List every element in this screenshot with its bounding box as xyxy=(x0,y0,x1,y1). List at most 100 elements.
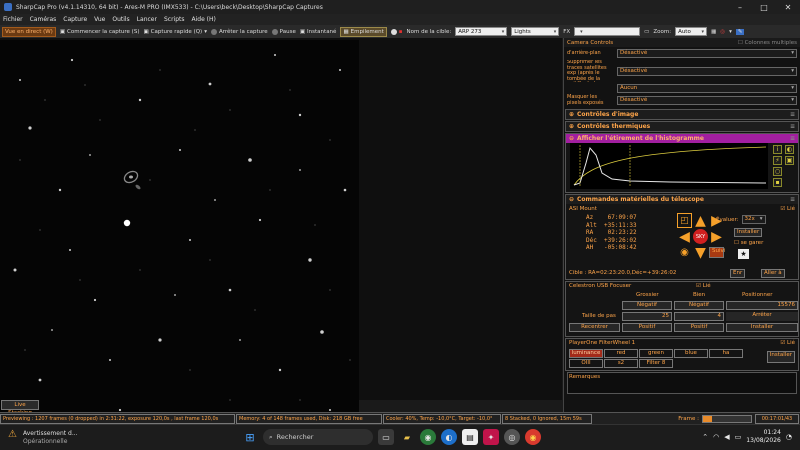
filter-blue[interactable]: blue xyxy=(674,349,708,358)
park-checkbox[interactable]: ☐ se garer xyxy=(734,240,763,246)
app-green-icon[interactable]: ◉ xyxy=(420,429,436,445)
warning-notification[interactable]: ⚠ Avertissement d... Opérationnelle xyxy=(8,430,78,446)
rate-combo[interactable]: 32x xyxy=(741,215,766,224)
settings-icon[interactable]: ▾ xyxy=(729,29,732,35)
background-combo[interactable]: Désactivé xyxy=(617,49,797,58)
menu-tools[interactable]: Outils xyxy=(112,16,129,23)
arrow-right-icon[interactable]: ▶ xyxy=(709,229,724,245)
close-icon[interactable]: ✕ xyxy=(776,3,800,12)
multi-column-checkbox[interactable]: ☐ Colonnes multiples xyxy=(738,40,797,46)
target-icon[interactable]: ◉ xyxy=(677,245,692,260)
filterwheel-install-button[interactable]: Installer xyxy=(766,351,795,363)
reticle-icon[interactable]: ◎ xyxy=(720,29,725,35)
menu-file[interactable]: Fichier xyxy=(3,16,23,23)
none-combo[interactable]: Aucun xyxy=(617,84,797,93)
stack-button[interactable]: ▦ Empilement xyxy=(340,26,387,37)
arrow-up-icon[interactable]: ▲ xyxy=(693,213,708,229)
pause-button[interactable]: Pause xyxy=(271,28,296,35)
position-value[interactable]: 15576 xyxy=(726,301,798,310)
collapse-icon[interactable]: ⊖ xyxy=(569,135,574,142)
hamburger-icon[interactable]: ≡ xyxy=(790,123,795,130)
snapshot-button[interactable]: ▣ Instantané xyxy=(300,29,337,35)
reset-icon[interactable]: ○ xyxy=(773,167,782,176)
filter-green[interactable]: green xyxy=(639,349,673,358)
mount-install-button[interactable]: Installer xyxy=(734,228,763,237)
coarse-positive-button[interactable]: Positif xyxy=(622,323,672,332)
live-stacking-tab[interactable]: Live Stacking xyxy=(1,400,39,416)
coarse-step-input[interactable]: 25 xyxy=(622,312,672,321)
menu-scripts[interactable]: Scripts xyxy=(164,16,185,23)
menu-cameras[interactable]: Caméras xyxy=(30,16,57,23)
hide-pixels-combo[interactable]: Désactivé xyxy=(617,96,797,105)
edge-browser-icon[interactable]: ◐ xyxy=(441,429,457,445)
focuser-stop-button[interactable]: Arrêter xyxy=(726,312,798,321)
filter-s2[interactable]: s2 xyxy=(604,359,638,368)
minimize-icon[interactable]: – xyxy=(728,3,752,12)
spiral-icon[interactable]: ◰ xyxy=(677,213,692,228)
maximize-icon[interactable]: □ xyxy=(752,3,776,12)
start-capture-button[interactable]: ▣ Commencer la capture (S) xyxy=(60,29,140,35)
hamburger-icon[interactable]: ≡ xyxy=(790,111,795,118)
display-icon[interactable]: ▭ xyxy=(644,29,649,35)
app-store-icon[interactable]: ▤ xyxy=(462,429,478,445)
filter-oiii[interactable]: OIII xyxy=(569,359,603,368)
windows-start-icon[interactable]: ⊞ xyxy=(242,429,258,445)
fine-positive-button[interactable]: Positif xyxy=(674,323,724,332)
video-icon[interactable]: ▪ xyxy=(399,29,403,35)
menu-capture[interactable]: Capture xyxy=(63,16,87,23)
frame-type-combo[interactable]: Lights xyxy=(511,27,560,36)
menu-help[interactable]: Aide (H) xyxy=(192,16,216,23)
annotate-icon[interactable]: ✎ xyxy=(735,28,745,35)
target-name-combo[interactable]: ARP 273 xyxy=(455,27,508,36)
hamburger-icon[interactable]: ≡ xyxy=(790,135,795,142)
filter-ha[interactable]: ha xyxy=(709,349,743,358)
filter-red[interactable]: red xyxy=(604,349,638,358)
park-star-icon[interactable]: ★ xyxy=(738,249,749,259)
wifi-icon[interactable]: ◠ xyxy=(713,433,719,441)
fine-negative-button[interactable]: Négatif xyxy=(674,301,724,310)
goto-button[interactable]: Aller à xyxy=(761,269,785,278)
thermal-controls-section[interactable]: ⊕ Contrôles thermiques ≡ xyxy=(565,121,799,132)
zoom-combo[interactable]: Auto xyxy=(675,27,708,36)
stop-capture-button[interactable]: Arrêter la capture xyxy=(210,28,268,35)
info-icon[interactable]: i xyxy=(773,145,782,154)
task-view-icon[interactable]: ▭ xyxy=(378,429,394,445)
stop-slew-icon[interactable]: SKY xyxy=(693,229,708,244)
notification-bell-icon[interactable]: ◔ xyxy=(786,433,792,441)
filter-luminance[interactable]: luminance xyxy=(569,349,603,358)
arrow-left-icon[interactable]: ◀ xyxy=(677,229,692,245)
save-position-button[interactable]: Enr xyxy=(730,269,746,278)
hamburger-icon[interactable]: ≡ xyxy=(790,196,795,203)
histogram-chart[interactable] xyxy=(570,143,768,189)
contrast-icon[interactable]: ◐ xyxy=(785,145,794,154)
coarse-negative-button[interactable]: Négatif xyxy=(622,301,672,310)
menu-launch[interactable]: Lancer xyxy=(137,16,157,23)
live-view-button[interactable]: Vue en direct (W) xyxy=(2,26,56,37)
app-pink-icon[interactable]: ✦ xyxy=(483,429,499,445)
save-icon[interactable]: ▪ xyxy=(773,178,782,187)
grid-icon[interactable]: ▦ xyxy=(711,29,716,35)
battery-icon[interactable]: ▭ xyxy=(735,433,742,441)
remarks-box[interactable]: Remarques xyxy=(567,372,797,394)
recenter-button[interactable]: Recentrer xyxy=(569,323,620,332)
focuser-linked-checkbox[interactable]: ☑ Lié xyxy=(696,283,711,289)
volume-icon[interactable]: ◀ xyxy=(724,433,729,441)
lightning-icon[interactable]: ⚡ xyxy=(773,156,782,165)
tray-chevron-icon[interactable]: ⌃ xyxy=(702,433,708,441)
fine-step-input[interactable]: 4 xyxy=(674,312,724,321)
clock[interactable]: 01:24 13/08/2026 xyxy=(746,429,781,445)
arrow-down-icon[interactable]: ▼ xyxy=(693,245,708,261)
collapse-icon[interactable]: ⊖ xyxy=(569,196,574,203)
mount-linked-checkbox[interactable]: ☑ Lié xyxy=(780,206,795,212)
image-viewport[interactable] xyxy=(0,38,562,436)
fx-combo[interactable] xyxy=(574,27,641,36)
lock-icon[interactable]: ▣ xyxy=(785,156,794,165)
filterwheel-linked-checkbox[interactable]: ☑ Lié xyxy=(780,340,795,346)
record-icon[interactable] xyxy=(390,28,397,35)
satellite-combo[interactable]: Désactivé xyxy=(617,66,797,76)
focuser-install-button[interactable]: Installer xyxy=(726,323,798,332)
filter-8[interactable]: Filter 8 xyxy=(639,359,673,368)
follow-button[interactable]: Suivi xyxy=(709,247,725,258)
menu-view[interactable]: Vue xyxy=(94,16,105,23)
sharpcap-taskbar-icon[interactable]: ◎ xyxy=(504,429,520,445)
